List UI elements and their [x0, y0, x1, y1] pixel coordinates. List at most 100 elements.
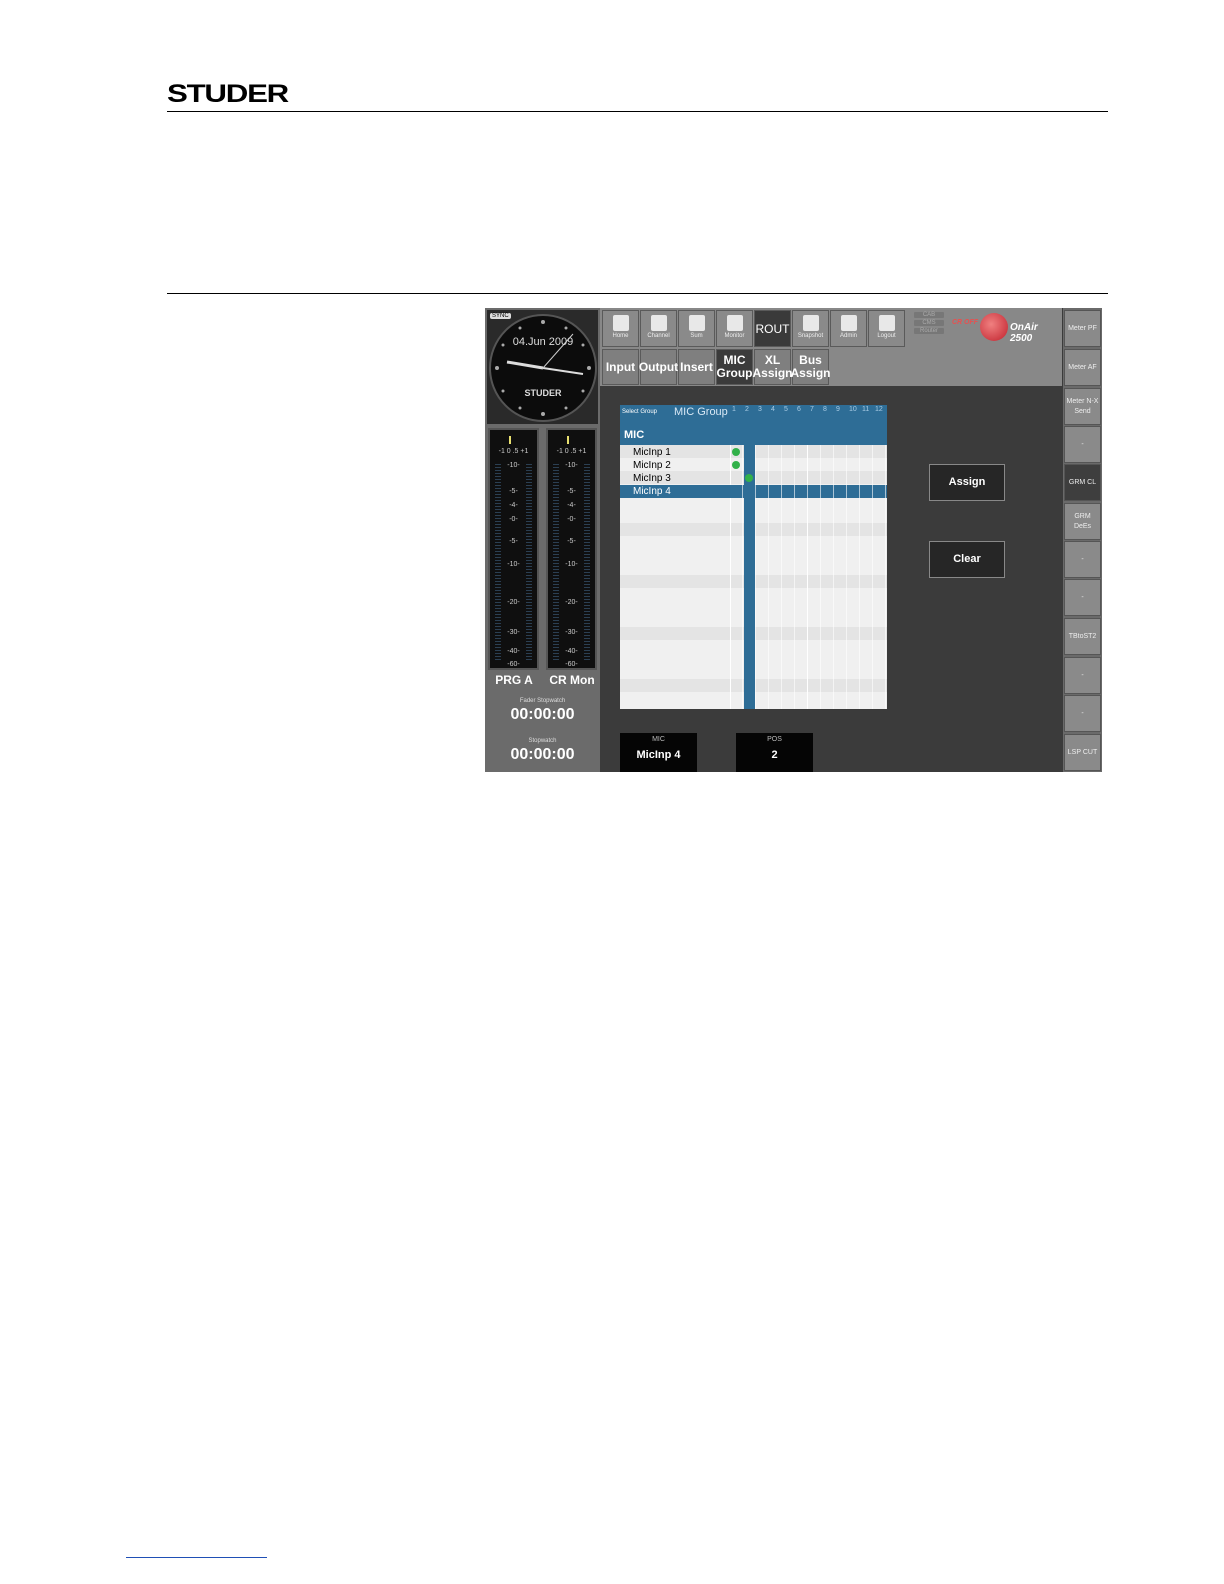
admin-icon: [840, 315, 857, 331]
clock-date: 04.Jun 2009: [512, 336, 574, 348]
tab-insert[interactable]: Insert: [678, 349, 715, 385]
fader-stopwatch[interactable]: Fader Stopwatch 00:00:00: [485, 698, 600, 724]
cab-indicator: CAB: [914, 312, 944, 318]
grid-column-line: [859, 445, 860, 709]
assignment-dot[interactable]: [732, 448, 740, 456]
pos-info-value: 2: [771, 749, 778, 761]
sidebar-empty[interactable]: -: [1064, 541, 1101, 578]
sidebar-meter-nx-send[interactable]: Meter N-X Send: [1064, 388, 1101, 425]
clock-brand: STUDER: [524, 388, 562, 398]
sidebar-empty[interactable]: -: [1064, 579, 1101, 616]
router-indicator: Router: [914, 328, 944, 334]
channel-icon: [650, 315, 667, 331]
grid-column-line: [833, 445, 834, 709]
column-number[interactable]: 5: [784, 406, 788, 413]
admin-button[interactable]: Admin: [830, 310, 867, 347]
grid-column-line: [807, 445, 808, 709]
grid-column-line: [885, 445, 886, 709]
admin-label: Admin: [839, 333, 857, 339]
meter-scale: -10- -5- -4- -0- -5- -10- -20- -30- -40-…: [490, 458, 537, 668]
onair-logo: CR OFF OnAir 2500: [952, 313, 1060, 344]
meter-cr-mon: -1 0 .5 +1 -10- -5- -4- -0- -5- -10- -20…: [546, 428, 597, 670]
column-number[interactable]: 1: [732, 406, 736, 413]
tab-xl-assign[interactable]: XL Assign: [753, 349, 793, 385]
sidebar-meter-pf[interactable]: Meter PF: [1064, 310, 1101, 347]
column-number[interactable]: 6: [797, 406, 801, 413]
pos-info-label: POS: [767, 736, 782, 743]
scale-label: -0-: [509, 516, 518, 523]
left-panel: 04.Jun 2009 STUDER SYNC -1 0 .5 +1 -10- …: [485, 308, 600, 772]
grid-column-line: [742, 445, 743, 709]
sidebar-lsp-cut[interactable]: LSP CUT: [1064, 734, 1101, 771]
column-number[interactable]: 4: [771, 406, 775, 413]
right-sidebar: Meter PF Meter AF Meter N-X Send - GRM C…: [1063, 308, 1102, 772]
mic-group-grid: Select Group MIC Group MIC 1 2 3 4 5 6 7 8 9 10 11…: [620, 405, 887, 709]
logout-button[interactable]: Logout: [868, 310, 905, 347]
home-label: Home: [612, 333, 629, 339]
logout-icon: [878, 315, 895, 331]
column-number[interactable]: 3: [758, 406, 762, 413]
scale-label: -10-: [565, 561, 578, 568]
sidebar-empty[interactable]: -: [1064, 426, 1101, 463]
scale-label: -20-: [565, 599, 578, 606]
sidebar-grm-cl[interactable]: GRM CL: [1064, 464, 1101, 501]
peak-indicator: [567, 436, 569, 444]
grid-column-line: [846, 445, 847, 709]
group-name[interactable]: MIC Group: [674, 406, 728, 418]
meter-scale: -10- -5- -4- -0- -5- -10- -20- -30- -40-…: [548, 458, 595, 668]
assignment-dot[interactable]: [745, 474, 753, 482]
clock-face-icon: [495, 320, 591, 416]
column-number[interactable]: 11: [862, 406, 869, 413]
sidebar-grm-dees[interactable]: GRM DeEs: [1064, 503, 1101, 540]
sidebar-empty[interactable]: -: [1064, 657, 1101, 694]
scale-label: -5-: [509, 538, 518, 545]
camera-icon: [802, 315, 819, 331]
assignment-dot[interactable]: [732, 461, 740, 469]
sidebar-meter-af[interactable]: Meter AF: [1064, 349, 1101, 386]
tab-output[interactable]: Output: [639, 349, 678, 385]
channel-button[interactable]: Channel: [640, 310, 677, 347]
channel-label: Channel: [647, 333, 670, 339]
cms-indicator: CMS: [914, 320, 944, 326]
tab-mic-group[interactable]: MIC Group: [716, 349, 753, 385]
header-rule: [167, 111, 1108, 112]
column-number[interactable]: 10: [849, 406, 857, 413]
grid-column-line: [872, 445, 873, 709]
grid-column-line: [755, 445, 756, 709]
scale-label: -0-: [567, 516, 576, 523]
grid-column-line: [820, 445, 821, 709]
monitor-button[interactable]: Monitor: [716, 310, 753, 347]
speaker-icon: [726, 315, 743, 331]
scale-label: -5-: [567, 488, 576, 495]
onair-disc-icon: [980, 313, 1008, 341]
select-group-label: Select Group: [622, 409, 658, 415]
meter-top-ticks: -1 0 .5 +1: [498, 448, 529, 455]
column-number[interactable]: 8: [823, 406, 827, 413]
meter-label-cr-mon: CR Mon: [549, 673, 595, 687]
stopwatch-value: 00:00:00: [510, 746, 575, 763]
sidebar-empty[interactable]: -: [1064, 695, 1101, 732]
column-number[interactable]: 12: [875, 406, 883, 413]
sum-button[interactable]: Sum: [678, 310, 715, 347]
scale-label: -10-: [507, 462, 520, 469]
meter-label-prg-a: PRG A: [495, 673, 533, 687]
stopwatch[interactable]: Stopwatch 00:00:00: [485, 738, 600, 764]
home-button[interactable]: Home: [602, 310, 639, 347]
stopwatch-label: Stopwatch: [528, 738, 557, 744]
console-screenshot: 04.Jun 2009 STUDER SYNC -1 0 .5 +1 -10- …: [485, 308, 1102, 772]
mic-info-label: MIC: [652, 736, 665, 743]
rout-button[interactable]: ROUT: [754, 310, 791, 347]
column-number[interactable]: 7: [810, 406, 814, 413]
column-number[interactable]: 9: [836, 406, 840, 413]
tab-bus-assign[interactable]: Bus Assign: [791, 349, 831, 385]
monitor-label: Monitor: [724, 333, 745, 339]
column-number[interactable]: 2: [745, 406, 749, 413]
sidebar-tbtost2[interactable]: TBtoST2: [1064, 618, 1101, 655]
scale-label: -4-: [567, 502, 576, 509]
assign-button[interactable]: Assign: [929, 464, 1005, 501]
tab-input[interactable]: Input: [602, 349, 639, 385]
cr-off-indicator: CR OFF: [952, 319, 979, 326]
sum-label: Sum: [690, 333, 703, 339]
clear-button[interactable]: Clear: [929, 541, 1005, 578]
snapshot-button[interactable]: Snapshot: [792, 310, 829, 347]
